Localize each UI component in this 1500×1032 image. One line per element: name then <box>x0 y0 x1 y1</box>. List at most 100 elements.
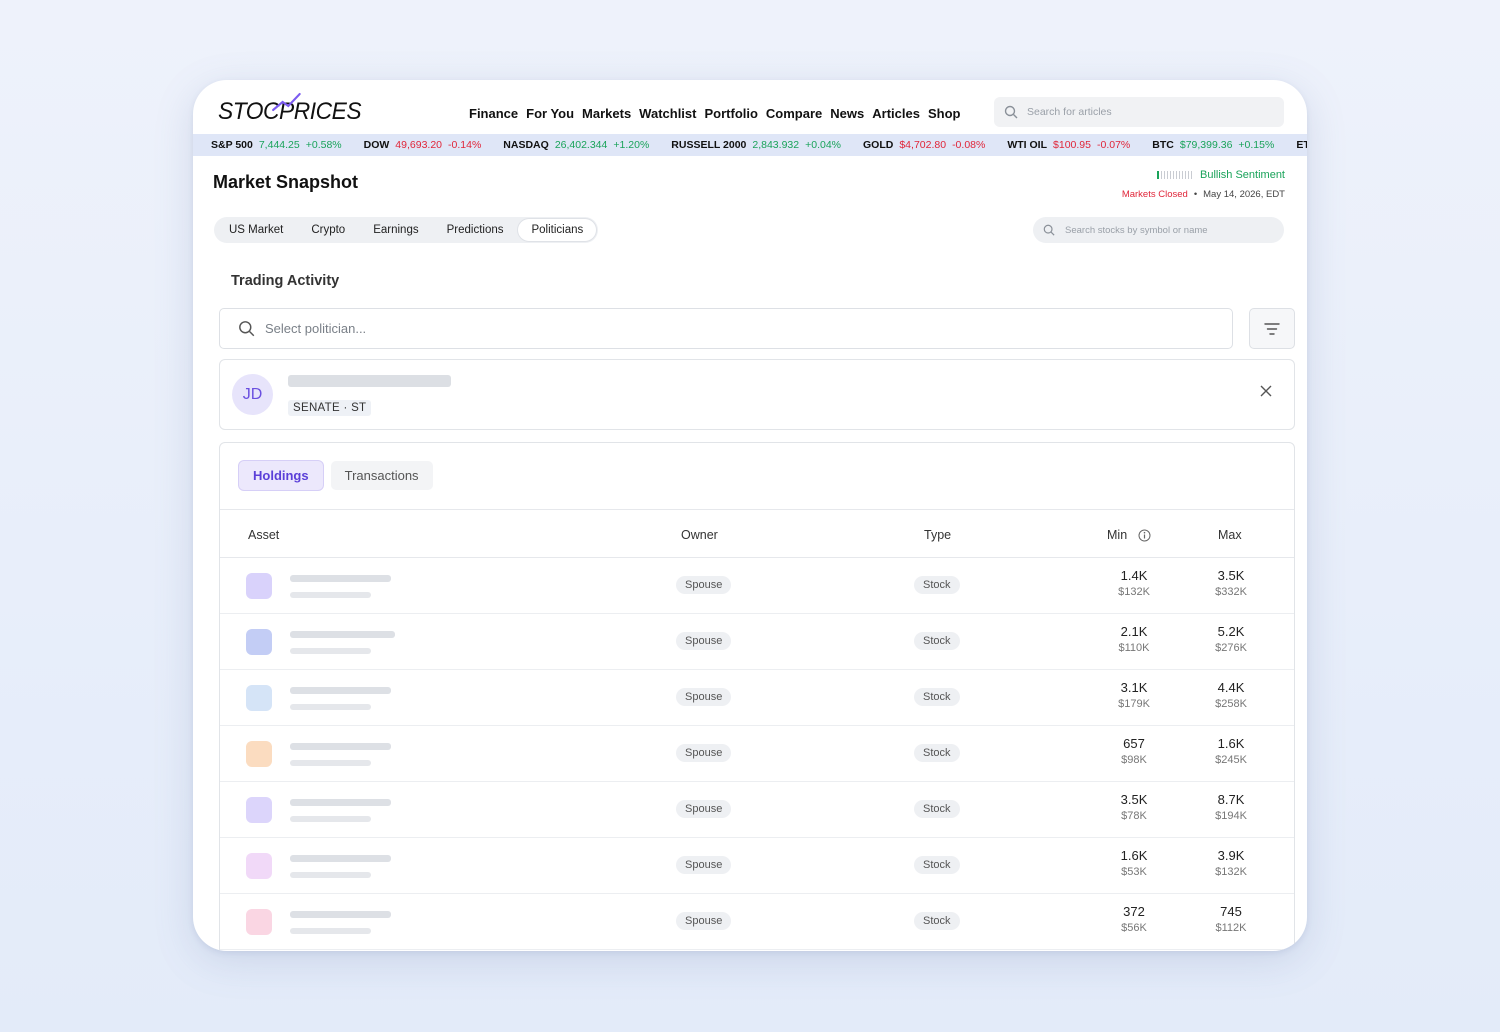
ticker-value: 26,402.344 <box>554 139 608 151</box>
asset-ticker-placeholder <box>290 592 371 598</box>
column-type[interactable]: Type <box>924 528 951 542</box>
type-badge: Stock <box>914 688 960 706</box>
owner-badge: Spouse <box>676 744 732 762</box>
type-badge: Stock <box>914 744 960 762</box>
holdings-panel: Holdings Transactions Asset Owner Type M… <box>219 442 1295 951</box>
asset-name-placeholder <box>290 799 391 806</box>
asset-ticker-placeholder <box>290 928 371 934</box>
min-cell: 372 $56K <box>1104 904 1164 934</box>
ticker-value: $100.95 <box>1053 139 1091 151</box>
min-shares: 1.4K <box>1120 568 1148 583</box>
tab-transactions[interactable]: Transactions <box>330 461 433 490</box>
ticker-value: 7,444.25 <box>258 139 300 151</box>
politician-search-input[interactable]: Select politician... <box>219 308 1233 349</box>
owner-badge: Spouse <box>676 912 732 930</box>
asset-ticker-placeholder <box>290 760 371 766</box>
min-shares: 1.6K <box>1120 848 1148 863</box>
ticker-change: -0.08% <box>952 139 986 151</box>
table-row[interactable]: Spouse Stock 2.1K $110K 5.2K $276K <box>220 614 1294 670</box>
min-value: $98K <box>1121 754 1147 766</box>
nav-news[interactable]: News <box>830 106 864 121</box>
ticker-change: +1.20% <box>613 139 650 151</box>
column-owner[interactable]: Owner <box>681 528 718 542</box>
ticker-symbol: RUSSELL 2000 <box>671 139 747 151</box>
ticker-item-wti-oil[interactable]: WTI OIL $100.95 -0.07% <box>1007 139 1130 151</box>
search-icon <box>239 321 255 337</box>
tab-predictions[interactable]: Predictions <box>434 219 517 241</box>
max-shares: 5.2K <box>1217 624 1245 639</box>
max-value: $112K <box>1215 922 1247 934</box>
max-value: $132K <box>1215 866 1247 878</box>
ticker-symbol: NASDAQ <box>503 139 549 151</box>
tab-holdings[interactable]: Holdings <box>239 461 323 490</box>
nav-shop[interactable]: Shop <box>928 106 961 121</box>
ticker-item-gold[interactable]: GOLD $4,702.80 -0.08% <box>863 139 985 151</box>
table-row[interactable]: Spouse Stock 372 $56K 745 $112K <box>220 894 1294 950</box>
column-asset[interactable]: Asset <box>248 528 279 542</box>
nav-finance[interactable]: Finance <box>469 106 518 121</box>
asset-logo <box>246 741 272 767</box>
tab-politicians[interactable]: Politicians <box>518 219 597 241</box>
nav-markets[interactable]: Markets <box>582 106 631 121</box>
close-icon[interactable] <box>1260 385 1272 397</box>
ticker-value: $79,399.36 <box>1179 139 1233 151</box>
ticker-item-dow[interactable]: DOW 49,693.20 -0.14% <box>364 139 482 151</box>
min-value: $78K <box>1121 810 1147 822</box>
info-icon[interactable] <box>1138 529 1151 542</box>
logo-chart-mark-icon <box>272 92 301 112</box>
stock-search-input[interactable]: Search stocks by symbol or name <box>1033 217 1284 243</box>
nav-portfolio[interactable]: Portfolio <box>704 106 757 121</box>
logo[interactable]: STOCPRICES <box>218 92 362 126</box>
ticker-item-nasdaq[interactable]: NASDAQ 26,402.344 +1.20% <box>503 139 649 151</box>
ticker-item-eth[interactable]: ETH$ <box>1296 139 1307 151</box>
chamber-badge: SENATE · ST <box>288 400 372 416</box>
max-value: $332K <box>1215 586 1247 598</box>
table-header: Asset Owner Type Min Max <box>220 509 1294 558</box>
article-search-input[interactable]: Search for articles <box>994 97 1284 127</box>
ticker-change: +0.15% <box>1238 139 1275 151</box>
column-max[interactable]: Max <box>1218 528 1242 542</box>
nav-compare[interactable]: Compare <box>766 106 822 121</box>
market-status: Markets Closed • May 14, 2026, EDT <box>1122 189 1285 200</box>
max-cell: 8.7K $194K <box>1201 792 1261 822</box>
nav-for-you[interactable]: For You <box>526 106 574 121</box>
section-title: Trading Activity <box>231 273 340 289</box>
politician-search-placeholder: Select politician... <box>265 321 367 336</box>
ticker-symbol: DOW <box>363 139 390 151</box>
table-row[interactable]: Spouse Stock 657 $98K 1.6K $245K <box>220 726 1294 782</box>
ticker-symbol: WTI OIL <box>1007 139 1048 151</box>
max-cell: 1.6K $245K <box>1201 736 1261 766</box>
ticker-item-sp500[interactable]: S&P 500 7,444.25 +0.58% <box>211 139 342 151</box>
nav-watchlist[interactable]: Watchlist <box>639 106 696 121</box>
owner-badge: Spouse <box>676 632 732 650</box>
ticker-change: -0.14% <box>448 139 482 151</box>
table-row[interactable]: Spouse Stock 1.4K $132K 3.5K $332K <box>220 558 1294 614</box>
ticker-value: 2,843.932 <box>752 139 800 151</box>
max-shares: 3.5K <box>1217 568 1245 583</box>
nav-articles[interactable]: Articles <box>872 106 920 121</box>
asset-logo <box>246 573 272 599</box>
asset-ticker-placeholder <box>290 872 371 878</box>
type-badge: Stock <box>914 800 960 818</box>
owner-badge: Spouse <box>676 800 732 818</box>
table-row[interactable]: Spouse Stock 3.5K $78K 8.7K $194K <box>220 782 1294 838</box>
max-cell: 4.4K $258K <box>1201 680 1261 710</box>
ticker-change: +0.04% <box>805 139 841 151</box>
page-title: Market Snapshot <box>213 172 359 192</box>
table-row[interactable]: Spouse Stock 1.6K $53K 3.9K $132K <box>220 838 1294 894</box>
max-shares: 8.7K <box>1217 792 1245 807</box>
owner-badge: Spouse <box>676 688 732 706</box>
table-row[interactable]: Spouse Stock 3.1K $179K 4.4K $258K <box>220 670 1294 726</box>
max-value: $194K <box>1215 810 1247 822</box>
ticker-item-russell[interactable]: RUSSELL 2000 2,843.932 +0.04% <box>671 139 841 151</box>
tab-crypto[interactable]: Crypto <box>298 219 358 241</box>
min-cell: 1.4K $132K <box>1104 568 1164 598</box>
search-icon <box>1004 105 1018 119</box>
ticker-item-btc[interactable]: BTC $79,399.36 +0.15% <box>1152 139 1274 151</box>
article-search-placeholder: Search for articles <box>1027 106 1112 118</box>
filter-button[interactable] <box>1249 308 1295 349</box>
tab-us-market[interactable]: US Market <box>216 219 296 241</box>
max-cell: 3.9K $132K <box>1201 848 1261 878</box>
column-min[interactable]: Min <box>1107 528 1127 542</box>
tab-earnings[interactable]: Earnings <box>360 219 431 241</box>
